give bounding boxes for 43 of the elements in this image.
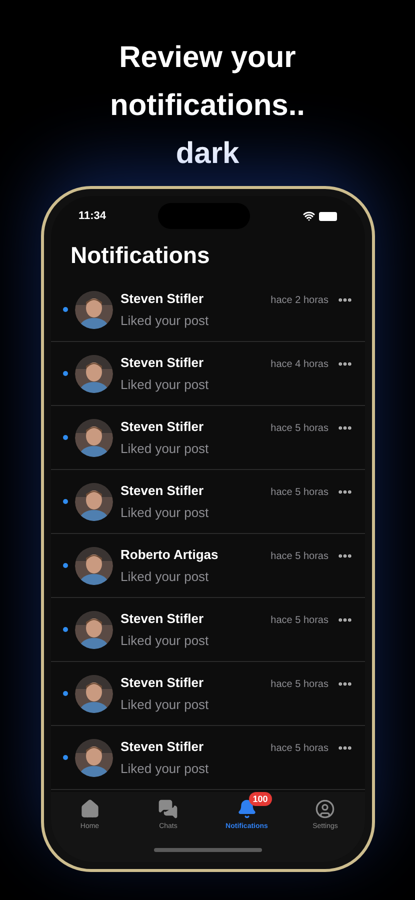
notification-item[interactable]: Steven Stifler Liked your post hace 5 horas [50,406,364,470]
notification-time: hace 5 horas [270,422,328,436]
notification-time: hace 5 horas [270,550,328,564]
notification-item[interactable]: Steven Stifler Liked your post hace 4 horas [50,342,364,406]
sender-name: Steven Stifler [120,418,205,436]
sender-name: Steven Stifler [120,738,205,756]
count-badge: 100 [248,792,272,806]
wifi-icon [302,210,314,222]
notification-item[interactable]: Roberto Artigas Liked your post hace 5 horas [50,534,364,598]
notification-text: Liked your post [120,760,210,778]
notification-time: hace 5 horas [270,614,328,628]
notification-item[interactable]: Steven Stifler Liked your post hace 5 horas [50,726,364,790]
notification-item[interactable]: Steven Stifler Liked your post hace 5 horas [50,662,364,726]
chat-bubbles-icon [158,799,178,819]
notification-text: Liked your post [120,504,210,522]
notification-time: hace 2 horas [270,294,328,308]
notification-time: hace 5 horas [270,742,328,756]
sender-name: Roberto Artigas [120,546,220,564]
notification-text: Liked your post [120,440,210,458]
headline: notifications.. [110,88,305,124]
notification-text: Liked your post [120,376,210,394]
home-icon [80,799,100,819]
notification-text: Liked your post [120,568,210,586]
user-circle-icon [315,799,336,819]
notification-text: Liked your post [120,632,210,650]
notification-text: Liked your post [120,696,210,714]
notification-time: hace 4 horas [270,358,328,372]
notification-time: hace 5 horas [270,486,328,500]
sender-name: Steven Stifler [120,482,205,500]
notification-text: Liked your post [120,312,210,330]
notification-item[interactable]: Steven Stifler Liked your post hace 5 horas [50,470,364,534]
headline: Review your [119,40,296,76]
notification-item[interactable]: Steven Stifler Liked your post hace 5 horas [50,598,364,662]
sender-name: Steven Stifler [120,354,205,372]
sender-name: Steven Stifler [120,290,205,308]
notification-item[interactable]: Steven Stifler Liked your post hace 2 horas [50,278,364,342]
status-time: 11:34 [78,208,106,224]
notification-time: hace 5 horas [270,678,328,692]
headline: dark [176,136,240,172]
sender-name: Steven Stifler [120,674,205,692]
sender-name: Steven Stifler [120,610,205,628]
screen-title: Notifications [70,241,211,270]
battery-icon [318,212,336,220]
